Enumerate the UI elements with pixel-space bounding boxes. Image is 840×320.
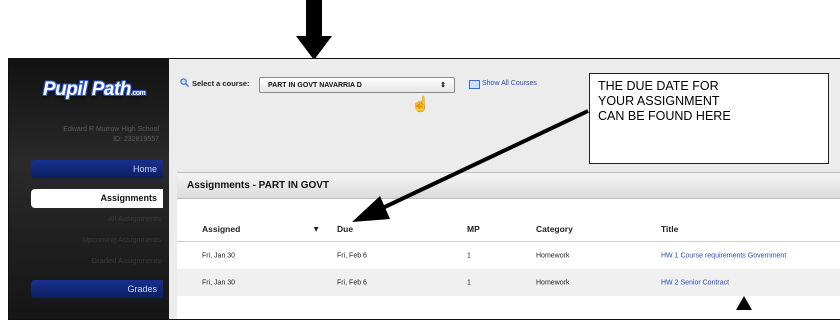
nav-all-assignments[interactable]: All Assignments [108,214,161,223]
nav-upcoming-assignments[interactable]: Upcoming Assignments [83,235,161,244]
callout-line: THE DUE DATE FOR [598,79,719,93]
due-date: Fri, Feb 6 [337,252,367,259]
category: Homework [536,252,570,259]
sort-desc-icon[interactable]: ▾ [314,223,318,234]
nav-home[interactable]: Home [31,160,163,178]
course-select-value: PART IN GOVT NAVARRIA D [268,82,362,89]
col-due[interactable]: Due [337,224,353,234]
show-all-icon [469,80,480,89]
school-info: Edward R Murrow High School ID: 23281955… [63,125,159,145]
table-row[interactable]: Fri, Jan 30 Fri, Feb 6 1 Homework HW 2 S… [177,269,840,296]
nav-grades[interactable]: Grades [31,280,163,298]
col-mp[interactable]: MP [467,224,480,234]
school-id: ID: 232819557 [113,136,159,143]
select-course-label: Select a course: [192,79,250,88]
assignment-title-link[interactable]: HW 1 Course requirements Government [661,252,786,259]
search-icon [180,78,189,87]
table-row[interactable]: Fri, Jan 30 Fri, Feb 6 1 Homework HW 1 C… [177,242,840,269]
col-category[interactable]: Category [536,224,573,234]
nav-graded-assignments[interactable]: Graded Assignments [91,256,161,265]
select-arrows-icon: ⇕ [440,82,446,89]
assignments-panel: Assignments - PART IN GOVT Assigned ▾ Du… [177,172,840,319]
marking-period: 1 [467,252,471,259]
category: Homework [536,279,570,286]
show-all-courses-link[interactable]: Show All Courses [482,80,537,87]
hand-cursor-icon: ☝ [411,96,430,113]
due-date: Fri, Feb 6 [337,279,367,286]
course-select[interactable]: PART IN GOVT NAVARRIA D ⇕ [259,77,455,93]
assignment-title-link[interactable]: HW 2 Senior Contract [661,279,729,286]
assigned-date: Fri, Jan 30 [202,252,236,259]
panel-title: Assignments - PART IN GOVT [177,173,840,199]
assigned-date: Fri, Jan 30 [202,279,236,286]
school-name: Edward R Murrow High School [63,126,159,133]
annotation-callout: THE DUE DATE FOR YOUR ASSIGNMENT CAN BE … [589,73,829,164]
table-header: Assigned ▾ Due MP Category Title [177,216,840,242]
sidebar: Pupil Path.com Edward R Murrow High Scho… [9,59,169,319]
col-title[interactable]: Title [661,224,678,234]
annotation-arrow-down [296,0,332,60]
callout-line: CAN BE FOUND HERE [598,109,731,123]
nav-assignments[interactable]: Assignments [31,189,163,208]
pupilpath-logo[interactable]: Pupil Path.com [43,79,146,101]
callout-line: YOUR ASSIGNMENT [598,94,720,108]
col-assigned[interactable]: Assigned [202,224,240,234]
marking-period: 1 [467,279,471,286]
